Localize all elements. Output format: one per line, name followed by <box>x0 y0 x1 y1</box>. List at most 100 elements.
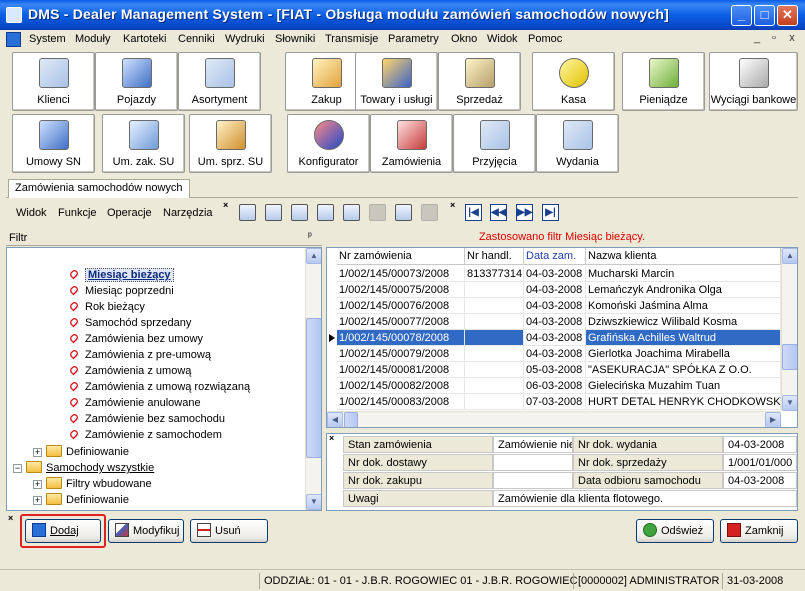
tree-folder[interactable]: + Definiowanie <box>33 492 129 508</box>
filter-item[interactable]: Miesiąc bieżący <box>68 267 174 283</box>
column-header[interactable]: Nazwa klienta <box>586 248 781 265</box>
expand-icon[interactable]: + <box>33 496 42 505</box>
close-button[interactable]: Zamknij <box>720 519 798 543</box>
preview-icon[interactable] <box>395 204 412 221</box>
filter-item[interactable]: Zamówienia z pre-umową <box>68 347 211 363</box>
table-row[interactable]: 1/002/145/00075/2008 04-03-2008 Lemańczy… <box>327 282 797 298</box>
column-header[interactable]: Nr zamówienia <box>337 248 465 265</box>
scroll-right-icon[interactable]: ▶ <box>765 412 781 427</box>
tree-folder[interactable]: + Filtry wbudowane <box>33 476 152 492</box>
system-menu-icon[interactable] <box>6 32 21 47</box>
minimize-button[interactable]: _ <box>731 5 752 26</box>
menu-price-lists[interactable]: Cenniki <box>178 33 215 45</box>
toolbar-goods-services-button[interactable]: Towary i usługi <box>355 52 438 111</box>
close-buttons-bar-icon[interactable]: × <box>8 513 13 523</box>
add-button[interactable]: Dodaj <box>25 519 101 543</box>
menu-functions[interactable]: Funkcje <box>58 207 97 219</box>
config-small-icon[interactable] <box>291 204 308 221</box>
collapse-icon[interactable]: − <box>13 464 22 473</box>
menu-window[interactable]: Okno <box>451 33 477 45</box>
filter-item[interactable]: Zamówienie z samochodem <box>68 427 222 443</box>
scroll-down-icon[interactable]: ▼ <box>306 494 321 510</box>
close-window-button[interactable]: ✕ <box>777 5 798 26</box>
scroll-thumb[interactable] <box>344 412 358 427</box>
menu-prints[interactable]: Wydruki <box>225 33 265 45</box>
table-row[interactable]: 1/002/145/00077/2008 04-03-2008 Dziwszki… <box>327 314 797 330</box>
menu-records[interactable]: Kartoteki <box>123 33 166 45</box>
menu-operations[interactable]: Operacje <box>107 207 152 219</box>
edit-doc-icon[interactable] <box>343 204 360 221</box>
scroll-left-icon[interactable]: ◀ <box>327 412 343 427</box>
mdi-restore-button[interactable]: ▫ <box>767 32 781 46</box>
table-row[interactable]: 1/002/145/00079/2008 04-03-2008 Gierlotk… <box>327 346 797 362</box>
filter-item[interactable]: Zamówienie bez samochodu <box>68 411 225 427</box>
menu-dictionaries[interactable]: Słowniki <box>275 33 315 45</box>
menu-view[interactable]: Widok <box>487 33 518 45</box>
car-small-icon[interactable] <box>265 204 282 221</box>
filter-item[interactable]: Zamówienia bez umowy <box>68 331 203 347</box>
filter-item[interactable]: Zamówienia z umową <box>68 363 191 379</box>
toolbar-sales-button[interactable]: Sprzedaż <box>438 52 521 111</box>
menu-tools[interactable]: Narzędzia <box>163 207 213 219</box>
close-details-icon[interactable]: × <box>329 434 334 443</box>
filter-item[interactable]: Zamówienie anulowane <box>68 395 201 411</box>
close-nav-toolbar-icon[interactable]: × <box>450 200 455 210</box>
expand-icon[interactable]: + <box>33 448 42 457</box>
table-row[interactable]: 1/002/145/00083/2008 07-03-2008 HURT DET… <box>327 394 797 410</box>
filter-item[interactable]: Samochód sprzedany <box>68 315 191 331</box>
grid-horizontal-scrollbar[interactable]: ◀ ▶ <box>327 411 781 427</box>
toolbar-cash-button[interactable]: Kasa <box>532 52 615 111</box>
toolbar-sale-contracts-button[interactable]: Um. sprz. SU <box>189 114 272 173</box>
filter-item[interactable]: Rok bieżący <box>68 299 145 315</box>
first-record-button[interactable]: |◀ <box>465 204 482 221</box>
menu-help[interactable]: Pomoc <box>528 33 562 45</box>
scroll-up-icon[interactable]: ▲ <box>782 248 797 264</box>
maximize-button[interactable]: □ <box>754 5 775 26</box>
toolbar-issues-button[interactable]: Wydania <box>536 114 619 173</box>
filter-tree[interactable]: Miesiąc bieżący Miesiąc poprzedni Rok bi… <box>6 247 322 511</box>
scroll-down-icon[interactable]: ▼ <box>782 395 797 411</box>
toolbar-configurator-button[interactable]: Konfigurator <box>287 114 370 173</box>
delete-button[interactable]: Usuń <box>190 519 268 543</box>
scroll-thumb[interactable] <box>782 344 797 370</box>
mdi-close-button[interactable]: x <box>785 32 799 46</box>
refresh-button[interactable]: Odśwież <box>636 519 714 543</box>
toolbar-contracts-sn-button[interactable]: Umowy SN <box>12 114 95 173</box>
close-toolbar-icon[interactable]: × <box>223 200 228 210</box>
tree-folder[interactable]: − Samochody wszystkie <box>13 460 154 476</box>
modify-button[interactable]: Modyfikuj <box>108 519 184 543</box>
last-record-button[interactable]: ▶| <box>542 204 559 221</box>
previous-record-button[interactable]: ◀◀ <box>490 204 507 221</box>
table-row[interactable]: 1/002/145/00082/2008 06-03-2008 Gieleciń… <box>327 378 797 394</box>
table-row[interactable]: 1/002/145/00081/2008 05-03-2008 "ASEKURA… <box>327 362 797 378</box>
toolbar-assortment-button[interactable]: Asortyment <box>178 52 261 111</box>
menu-system[interactable]: System <box>29 33 66 45</box>
toolbar-receipts-button[interactable]: Przyjęcia <box>453 114 536 173</box>
toolbar-money-button[interactable]: Pieniądze <box>622 52 705 111</box>
pin-icon[interactable]: ᵖ <box>308 231 312 242</box>
toolbar-vehicles-button[interactable]: Pojazdy <box>95 52 178 111</box>
export-icon[interactable] <box>317 204 334 221</box>
table-row[interactable]: 1/002/145/00076/2008 04-03-2008 Komoński… <box>327 298 797 314</box>
menu-view-local[interactable]: Widok <box>16 207 47 219</box>
table-row[interactable]: 1/002/145/00073/2008 813377314 04-03-200… <box>327 266 797 282</box>
filter-item[interactable]: Miesiąc poprzedni <box>68 283 174 299</box>
next-record-button[interactable]: ▶▶ <box>516 204 533 221</box>
document-icon[interactable] <box>239 204 256 221</box>
tab-new-car-orders[interactable]: Zamówienia samochodów nowych <box>8 179 190 198</box>
orders-grid[interactable]: Nr zamówienia Nr handl. Data zam. Nazwa … <box>326 247 798 428</box>
column-header[interactable]: Nr handl. <box>465 248 524 265</box>
scroll-thumb[interactable] <box>306 318 321 458</box>
scroll-up-icon[interactable]: ▲ <box>306 248 321 264</box>
table-row-selected[interactable]: 1/002/145/00078/2008 04-03-2008 Grafińsk… <box>327 330 797 346</box>
menu-transmissions[interactable]: Transmisje <box>325 33 378 45</box>
tree-folder[interactable]: + Definiowanie <box>33 444 129 460</box>
toolbar-purchase-contracts-button[interactable]: Um. zak. SU <box>102 114 185 173</box>
column-header[interactable]: Data zam. <box>524 248 586 265</box>
menu-parameters[interactable]: Parametry <box>388 33 439 45</box>
tree-scrollbar[interactable]: ▲ ▼ <box>305 248 321 510</box>
menu-modules[interactable]: Moduły <box>75 33 110 45</box>
toolbar-bank-statements-button[interactable]: Wyciągi bankowe <box>709 52 798 111</box>
toolbar-orders-button[interactable]: Zamówienia <box>370 114 453 173</box>
filter-item[interactable]: Zamówienia z umową rozwiązaną <box>68 379 250 395</box>
